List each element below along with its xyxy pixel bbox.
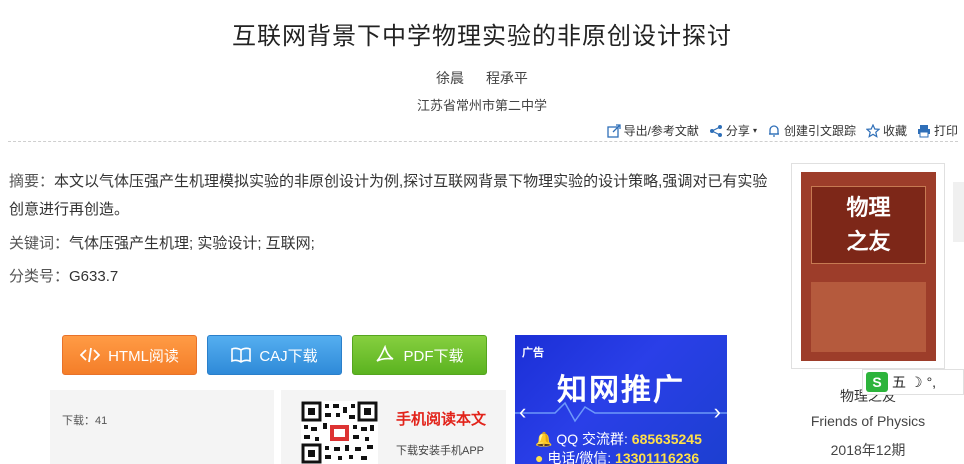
export-button[interactable]: 导出/参考文献 (606, 122, 699, 139)
journal-cover-image[interactable]: 物理 之友 (801, 172, 936, 361)
caj-download-label: CAJ下载 (259, 347, 318, 365)
header-divider (8, 141, 958, 142)
pdf-download-label: PDF下载 (403, 347, 464, 365)
qr-code-image (301, 401, 378, 464)
keywords-label: 关键词： (9, 235, 70, 252)
favorite-button[interactable]: 收藏 (865, 122, 907, 139)
download-count-value: 41 (95, 415, 108, 427)
author-organization[interactable]: 江苏省常州市第二中学 (0, 95, 964, 114)
download-count-label: 下载： (62, 415, 95, 427)
star-icon (865, 123, 880, 138)
ad-phone-line: ● 电话/微信: 13301116236 (535, 448, 699, 464)
journal-english-name: Friends of Physics (810, 413, 926, 429)
abstract-label: 摘要： (9, 173, 55, 190)
caj-download-button[interactable]: CAJ下载 (207, 335, 342, 375)
export-icon (606, 123, 621, 138)
book-icon (231, 347, 252, 363)
article-title: 互联网背景下中学物理实验的非原创设计探讨 (232, 23, 732, 50)
ad-tag: 广告 (522, 347, 544, 359)
author-list: 徐晨 程承平 (0, 68, 964, 88)
citation-tracking-label: 创建引文跟踪 (783, 124, 856, 138)
html-read-label: HTML阅读 (108, 347, 179, 365)
classification-label: 分类号： (9, 268, 70, 285)
print-label: 打印 (933, 124, 958, 138)
author-link[interactable]: 徐晨 (436, 70, 464, 86)
bell-icon (768, 124, 779, 137)
keywords-row: 关键词：气体压强产生机理; 实验设计; 互联网; (9, 232, 315, 253)
printer-icon (917, 124, 930, 137)
share-label: 分享 (725, 124, 750, 138)
download-count: 下载：41 (62, 412, 107, 428)
abstract: 摘要：本文以气体压强产生机理模拟实验的非原创设计为例,探讨互联网背景下物理实验的… (9, 168, 771, 224)
ime-toolbar[interactable]: S 五 ☽ °, (862, 369, 964, 395)
journal-issue[interactable]: 2018年12期 (791, 440, 945, 460)
punctuation-icon: °, (926, 374, 937, 390)
author-link[interactable]: 程承平 (486, 70, 528, 86)
classification-row: 分类号：G633.7 (9, 265, 118, 286)
html-read-button[interactable]: HTML阅读 (62, 335, 197, 375)
citation-tracking-button[interactable]: 创建引文跟踪 (767, 122, 856, 139)
share-button[interactable]: 分享 ▾ (709, 122, 757, 139)
code-icon (80, 347, 101, 363)
ad-wave-decoration (515, 401, 727, 423)
article-toolbar: 导出/参考文献 分享 ▾ 创建引文跟踪 收藏 打印 (606, 122, 958, 139)
favorite-label: 收藏 (882, 124, 907, 138)
abstract-text: 本文以气体压强产生机理模拟实验的非原创设计为例,探讨互联网背景下物理实验的设计策… (9, 173, 768, 218)
ad-qq-value: 685635245 (631, 431, 702, 447)
pdf-icon (376, 345, 394, 362)
ad-next-arrow[interactable]: › (714, 399, 721, 425)
moon-icon: ☽ (910, 373, 923, 390)
export-label: 导出/参考文献 (623, 124, 699, 138)
journal-cover-title: 物理 之友 (811, 186, 926, 264)
keywords-links[interactable]: 气体压强产生机理; 实验设计; 互联网; (69, 235, 315, 252)
mobile-read-title[interactable]: 手机阅读本文 (396, 408, 486, 429)
share-icon (709, 124, 722, 137)
journal-cover-lower (811, 282, 926, 352)
sogou-logo-icon: S (866, 372, 888, 392)
ime-mode: 五 (892, 374, 906, 390)
classification-value: G633.7 (69, 268, 119, 285)
scrollbar[interactable] (953, 182, 964, 242)
ad-phone-value: 13301116236 (615, 450, 700, 464)
ad-qq-label: QQ 交流群: (556, 431, 628, 447)
ad-qq-line: 🔔 QQ 交流群: 685635245 (535, 429, 702, 449)
ad-prev-arrow[interactable]: ‹ (519, 399, 526, 425)
ad-phone-label: 电话/微信: (547, 450, 612, 464)
location-icon: ● (535, 450, 544, 464)
ad-banner[interactable]: 广告 知网推广 ‹ › 🔔 QQ 交流群: 685635245 ● 电话/微信:… (515, 335, 727, 464)
bell-icon: 🔔 (535, 431, 553, 447)
cover-text-line: 之友 (846, 229, 891, 255)
cover-text-line: 物理 (846, 195, 891, 221)
mobile-read-subtitle: 下载安装手机APP (396, 445, 485, 457)
pdf-download-button[interactable]: PDF下载 (352, 335, 487, 375)
print-button[interactable]: 打印 (917, 122, 958, 139)
chevron-down-icon: ▾ (752, 126, 757, 135)
